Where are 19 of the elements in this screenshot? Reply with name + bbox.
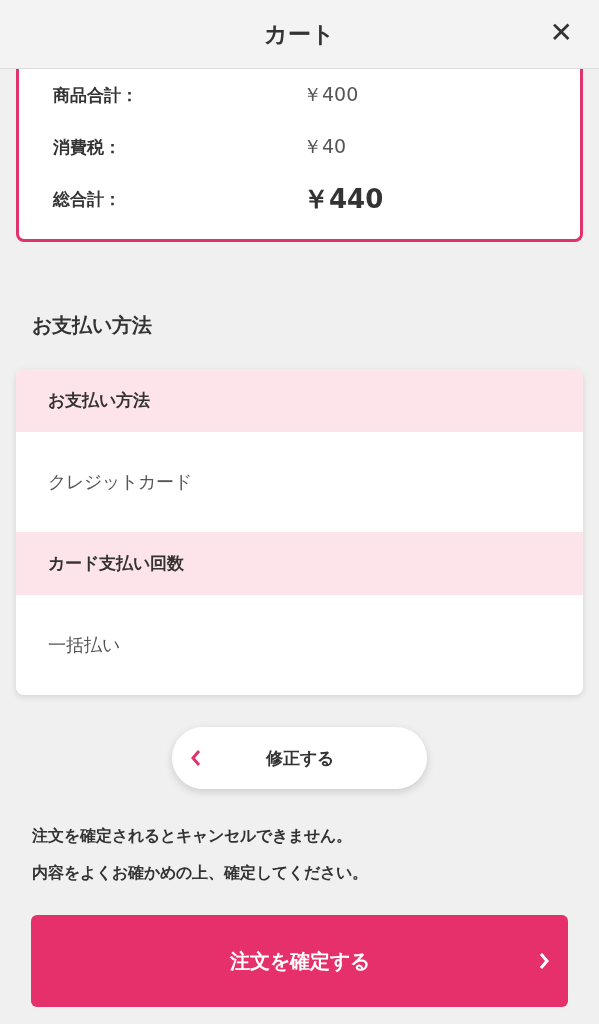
summary-label: 消費税： [53,135,122,159]
row-header: カード支払い回数 [16,532,583,595]
summary-label: 総合計： [53,187,122,211]
section-heading: お支払い方法 [32,312,153,339]
page-title: カート [264,19,335,49]
row-value: 一括払い [47,633,121,657]
summary-value: ￥400 [303,82,359,107]
chevron-left-icon [190,749,202,767]
edit-button[interactable]: 修正する [172,727,427,789]
row-value: クレジットカード [47,470,193,494]
confirm-button[interactable]: 注文を確定する [31,915,568,1007]
summary-label: 商品合計： [53,83,139,107]
notice-text: 内容をよくお確かめの上、確定してください。 [32,862,369,884]
summary-value: ￥440 [303,182,384,216]
row-header: お支払い方法 [16,369,583,432]
notice-text: 注文を確定されるとキャンセルできません。 [32,825,353,847]
summary-value: ￥40 [303,134,347,159]
close-button[interactable]: ✕ [549,16,573,49]
chevron-right-icon [538,952,550,970]
